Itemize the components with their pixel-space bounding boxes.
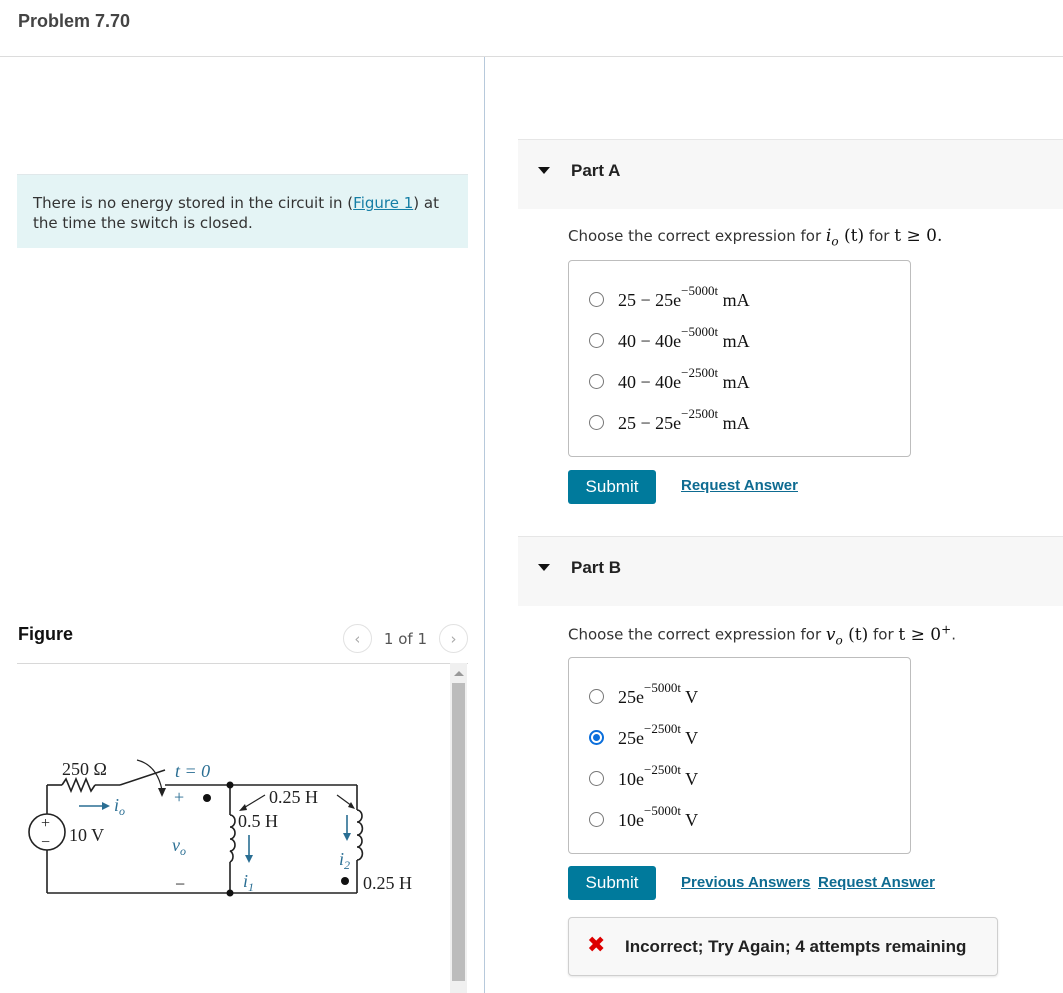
radio-button[interactable]: [589, 770, 604, 786]
problem-intro: There is no energy stored in the circuit…: [17, 174, 468, 248]
node-bottom: [226, 889, 234, 897]
radio-button[interactable]: [589, 373, 604, 389]
radio-button[interactable]: [589, 291, 604, 307]
switch-label: t = 0: [175, 761, 210, 781]
node-top: [226, 781, 234, 789]
x-icon: ✖: [587, 933, 606, 958]
inductor-l1-coil: [229, 814, 236, 863]
part-b-header[interactable]: Part B: [518, 536, 1063, 606]
chevron-left-icon[interactable]: ‹: [342, 624, 372, 653]
mutual-arrowhead-left: [239, 804, 247, 811]
part-b-request-answer-link[interactable]: Request Answer: [818, 874, 935, 891]
resistor-symbol: [61, 776, 96, 794]
part-b-previous-answers-link[interactable]: Previous Answers: [681, 874, 811, 891]
scrollbar-thumb[interactable]: [452, 683, 465, 981]
part-a-option-2[interactable]: 40 − 40e−5000t mA: [589, 324, 750, 352]
part-b-label: Part B: [571, 558, 622, 577]
part-b-option-1[interactable]: 25e−5000t V: [589, 680, 698, 708]
part-a-label: Part A: [571, 161, 621, 180]
source-plus: +: [41, 815, 50, 832]
part-b-question: Choose the correct expression for vo (t)…: [568, 622, 956, 648]
pager-count: 1 of 1: [383, 629, 427, 648]
part-b-submit-button[interactable]: Submit: [568, 866, 656, 900]
part-a-request-answer-link[interactable]: Request Answer: [681, 477, 798, 494]
figure-link[interactable]: Figure 1: [353, 194, 413, 212]
dot-marker-l1: [203, 794, 211, 802]
radio-button-selected[interactable]: [589, 729, 604, 745]
i1-arrowhead: [245, 855, 253, 863]
vo-minus: −: [175, 874, 185, 894]
radio-button[interactable]: [589, 688, 604, 704]
figure-header: Figure ‹ 1 of 1 ›: [17, 620, 468, 664]
switch-arrowhead: [158, 788, 166, 797]
l2-label: 0.25 H: [363, 873, 412, 893]
source-label: 10 V: [69, 825, 104, 845]
feedback-box: ✖ Incorrect; Try Again; 4 attempts remai…: [568, 917, 998, 976]
collapse-triangle-icon[interactable]: [538, 167, 550, 174]
part-a-submit-button[interactable]: Submit: [568, 470, 656, 504]
radio-button[interactable]: [589, 332, 604, 348]
part-a-option-1[interactable]: 25 − 25e−5000t mA: [589, 283, 750, 311]
l1-label: 0.5 H: [238, 811, 278, 831]
scroll-up-arrow-icon[interactable]: [454, 671, 464, 676]
part-b-option-4[interactable]: 10e−5000t V: [589, 803, 698, 831]
dot-marker-l2: [341, 877, 349, 885]
inductor-l2-coil: [356, 809, 364, 861]
radio-button[interactable]: [589, 414, 604, 430]
resistor-label: 250 Ω: [62, 759, 107, 779]
collapse-triangle-icon[interactable]: [538, 564, 550, 571]
figure-title: Figure: [18, 624, 74, 644]
part-b-options: 25e−5000t V 25e−2500t V 10e−2500t V 10e−…: [568, 657, 911, 854]
radio-button[interactable]: [589, 811, 604, 827]
source-minus: −: [41, 834, 50, 851]
io-label: io: [114, 795, 125, 818]
i2-arrowhead: [343, 833, 351, 841]
circuit-diagram: + − 250 Ω 10 V t = 0 io + vo − 0.25 H 0.…: [28, 759, 412, 897]
part-a-option-4[interactable]: 25 − 25e−2500t mA: [589, 406, 750, 434]
io-arrowhead: [102, 802, 110, 810]
mutual-arrowhead-right: [348, 802, 355, 809]
part-a-question: Choose the correct expression for io (t)…: [568, 226, 943, 249]
panel-divider: [484, 57, 485, 993]
title-bar: Problem 7.70: [0, 0, 1063, 57]
i2-label: i2: [339, 849, 350, 872]
page-title: Problem 7.70: [18, 11, 131, 31]
i1-label: i1: [243, 871, 254, 894]
vo-plus: +: [174, 787, 184, 807]
mutual-inductance-label: 0.25 H: [269, 787, 318, 807]
vo-label: vo: [172, 835, 186, 858]
feedback-message: Incorrect; Try Again; 4 attempts remaini…: [625, 937, 967, 956]
intro-text-before: There is no energy stored in the circuit…: [33, 194, 354, 212]
chevron-right-icon[interactable]: ›: [439, 624, 468, 653]
part-b-option-2[interactable]: 25e−2500t V: [589, 721, 698, 749]
part-a-options: 25 − 25e−5000t mA 40 − 40e−5000t mA 40 −…: [568, 260, 911, 457]
figure-pager: ‹ 1 of 1 ›: [342, 624, 468, 653]
part-a-option-3[interactable]: 40 − 40e−2500t mA: [589, 365, 750, 393]
part-a-header[interactable]: Part A: [518, 139, 1063, 209]
figure-scrollbar[interactable]: [450, 663, 467, 993]
figure-area: + − 250 Ω 10 V t = 0 io + vo − 0.25 H 0.…: [17, 665, 468, 993]
part-b-option-3[interactable]: 10e−2500t V: [589, 762, 698, 790]
